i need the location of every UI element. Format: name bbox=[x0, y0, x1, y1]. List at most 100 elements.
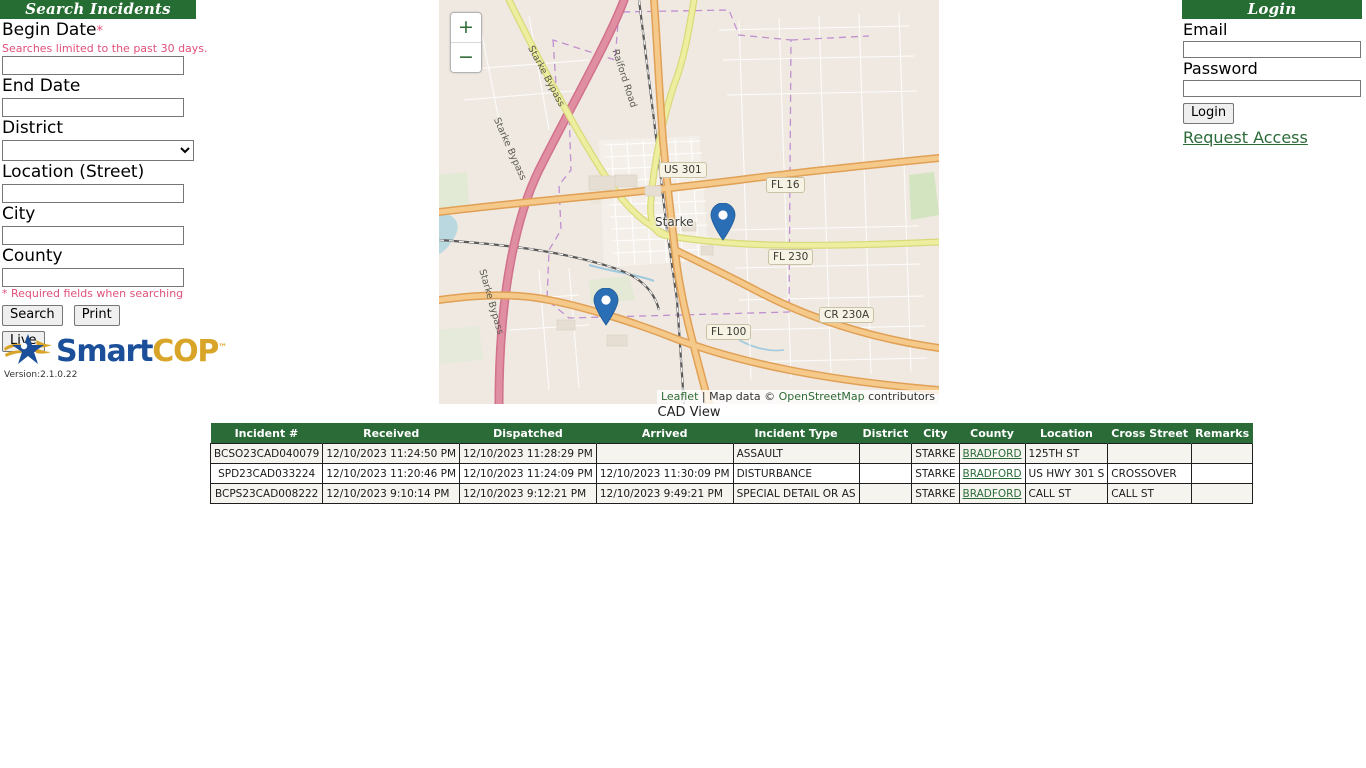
brand-row: SmartCOP™ bbox=[2, 331, 227, 369]
table-row[interactable]: SPD23CAD033224 12/10/2023 11:20:46 PM 12… bbox=[209, 463, 1254, 484]
brand-smart-text: Smart bbox=[56, 334, 153, 369]
attribution-prefix: Map data © bbox=[709, 390, 779, 403]
map-attribution: Leaflet | Map data © OpenStreetMap contr… bbox=[656, 390, 939, 404]
cell-incident-type: ASSAULT bbox=[732, 443, 860, 464]
leaflet-link[interactable]: Leaflet bbox=[661, 390, 698, 403]
incidents-results-table: Incident # Received Dispatched Arrived I… bbox=[209, 423, 1254, 504]
password-field[interactable] bbox=[1183, 80, 1361, 97]
smartcop-star-logo-icon bbox=[2, 332, 54, 368]
location-input[interactable] bbox=[2, 184, 184, 203]
search-actions-row: Search Print bbox=[0, 303, 196, 326]
required-fields-note: * Required fields when searching bbox=[0, 287, 196, 300]
begin-date-input[interactable] bbox=[2, 56, 184, 75]
road-shield-cr-230a: CR 230A bbox=[819, 307, 875, 323]
cell-incident-number: SPD23CAD033224 bbox=[209, 463, 324, 484]
cell-location: CALL ST bbox=[1024, 483, 1109, 504]
cell-district bbox=[858, 463, 913, 484]
county-label: County bbox=[2, 246, 63, 266]
cell-remarks bbox=[1191, 443, 1254, 464]
app-root: Search Incidents Begin Date* Searches li… bbox=[0, 0, 1366, 768]
cell-city: STARKE bbox=[911, 443, 960, 464]
county-input[interactable] bbox=[2, 268, 184, 287]
cell-dispatched: 12/10/2023 9:12:21 PM bbox=[459, 483, 597, 504]
required-fields-note-text: Required fields when searching bbox=[7, 287, 184, 300]
col-location[interactable]: Location bbox=[1025, 423, 1109, 444]
zoom-in-icon[interactable]: + bbox=[451, 13, 481, 43]
col-received[interactable]: Received bbox=[322, 423, 461, 444]
openstreetmap-link[interactable]: OpenStreetMap bbox=[779, 390, 865, 403]
place-label-starke: Starke bbox=[655, 215, 694, 229]
map-container: + − Starke Bypass Starke Bypass Starke B… bbox=[439, 0, 939, 420]
col-dispatched[interactable]: Dispatched bbox=[459, 423, 597, 444]
cell-county: BRADFORD bbox=[958, 463, 1026, 484]
email-field[interactable] bbox=[1183, 41, 1361, 58]
password-label: Password bbox=[1183, 59, 1258, 78]
county-link[interactable]: BRADFORD bbox=[963, 448, 1022, 460]
attribution-separator: | bbox=[698, 390, 710, 403]
attribution-suffix: contributors bbox=[864, 390, 935, 403]
road-shield-fl-230: FL 230 bbox=[768, 249, 814, 265]
login-panel-title: Login bbox=[1182, 0, 1362, 19]
road-shield-us-301: US 301 bbox=[659, 162, 707, 178]
col-city[interactable]: City bbox=[911, 423, 960, 444]
city-input[interactable] bbox=[2, 226, 184, 245]
version-text: Version:2.1.0.22 bbox=[4, 370, 78, 380]
begin-date-required-star: * bbox=[96, 24, 103, 39]
map-caption: CAD View bbox=[657, 405, 721, 420]
cell-received: 12/10/2023 11:20:46 PM bbox=[322, 463, 461, 484]
county-link[interactable]: BRADFORD bbox=[963, 468, 1022, 480]
end-date-input[interactable] bbox=[2, 98, 184, 117]
zoom-out-icon[interactable]: − bbox=[451, 43, 481, 72]
incident-marker-1[interactable] bbox=[710, 202, 736, 241]
results-table-body: BCSO23CAD040079 12/10/2023 11:24:50 PM 1… bbox=[209, 443, 1254, 504]
results-table-head: Incident # Received Dispatched Arrived I… bbox=[210, 423, 1254, 444]
brand-wordmark: SmartCOP™ bbox=[56, 333, 227, 369]
cell-location: US HWY 301 S bbox=[1024, 463, 1109, 484]
city-label: City bbox=[2, 204, 36, 224]
table-row[interactable]: BCPS23CAD008222 12/10/2023 9:10:14 PM 12… bbox=[209, 483, 1254, 504]
col-county[interactable]: County bbox=[959, 423, 1026, 444]
cell-arrived: 12/10/2023 11:30:09 PM bbox=[595, 463, 734, 484]
email-label: Email bbox=[1183, 20, 1228, 39]
request-access-link[interactable]: Request Access bbox=[1183, 128, 1308, 147]
end-date-label: End Date bbox=[2, 76, 81, 96]
cell-cross-street: CROSSOVER bbox=[1107, 463, 1193, 484]
print-button[interactable]: Print bbox=[73, 305, 120, 326]
cell-incident-number: BCPS23CAD008222 bbox=[209, 483, 324, 504]
brand-cop-text: COP bbox=[152, 334, 219, 369]
login-button[interactable]: Login bbox=[1183, 103, 1235, 124]
login-panel: Login Email Password Login Request Acces… bbox=[1182, 0, 1362, 147]
location-label: Location (Street) bbox=[2, 162, 145, 182]
map-tiles bbox=[439, 0, 939, 404]
begin-date-label: Begin Date* bbox=[0, 20, 196, 42]
cell-incident-type: SPECIAL DETAIL OR AS bbox=[732, 483, 860, 504]
col-remarks[interactable]: Remarks bbox=[1191, 423, 1254, 444]
map-zoom-control[interactable]: + − bbox=[450, 12, 482, 73]
cell-county: BRADFORD bbox=[958, 443, 1026, 464]
search-incidents-panel: Search Incidents Begin Date* Searches li… bbox=[0, 0, 208, 352]
leaflet-map[interactable]: + − Starke Bypass Starke Bypass Starke B… bbox=[439, 0, 939, 404]
cell-remarks bbox=[1191, 463, 1254, 484]
cell-district bbox=[858, 443, 913, 464]
cell-dispatched: 12/10/2023 11:24:09 PM bbox=[459, 463, 597, 484]
col-cross-street[interactable]: Cross Street bbox=[1107, 423, 1193, 444]
incident-marker-2[interactable] bbox=[593, 287, 619, 326]
table-row[interactable]: BCSO23CAD040079 12/10/2023 11:24:50 PM 1… bbox=[209, 443, 1254, 464]
district-select[interactable] bbox=[2, 140, 194, 161]
search-button[interactable]: Search bbox=[2, 305, 63, 326]
col-incident-number[interactable]: Incident # bbox=[210, 423, 324, 444]
cell-received: 12/10/2023 11:24:50 PM bbox=[322, 443, 461, 464]
district-label: District bbox=[2, 118, 64, 138]
col-district[interactable]: District bbox=[859, 423, 913, 444]
cell-dispatched: 12/10/2023 11:28:29 PM bbox=[459, 443, 597, 464]
brand-trademark: ™ bbox=[218, 343, 227, 353]
cell-remarks bbox=[1191, 483, 1254, 504]
county-link[interactable]: BRADFORD bbox=[963, 488, 1022, 500]
col-arrived[interactable]: Arrived bbox=[596, 423, 734, 444]
road-shield-fl-16: FL 16 bbox=[766, 177, 805, 193]
cell-incident-type: DISTURBANCE bbox=[732, 463, 860, 484]
col-incident-type[interactable]: Incident Type bbox=[733, 423, 860, 444]
cell-city: STARKE bbox=[911, 463, 960, 484]
cell-received: 12/10/2023 9:10:14 PM bbox=[322, 483, 461, 504]
cell-district bbox=[858, 483, 913, 504]
